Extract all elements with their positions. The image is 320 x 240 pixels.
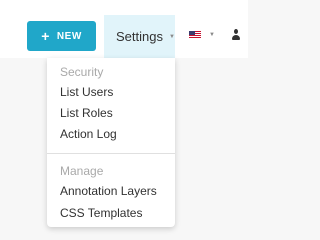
navbar: + NEW Settings ▼ ▼: [0, 0, 248, 58]
plus-icon: +: [41, 28, 50, 44]
menu-item-list-users[interactable]: List Users: [60, 85, 113, 99]
us-flag-icon: [189, 31, 201, 39]
user-icon[interactable]: [232, 29, 240, 41]
language-picker[interactable]: ▼: [189, 31, 215, 39]
user-icon-head: [234, 29, 238, 34]
menu-item-annotation-layers[interactable]: Annotation Layers: [60, 184, 157, 198]
menu-item-css-templates[interactable]: CSS Templates: [60, 206, 142, 220]
menu-item-action-log[interactable]: Action Log: [60, 127, 117, 141]
user-icon-body: [232, 35, 240, 40]
settings-label: Settings: [116, 29, 163, 44]
dropdown-divider: [47, 153, 175, 154]
dropdown-header-manage: Manage: [60, 164, 104, 178]
caret-down-icon: ▼: [209, 32, 215, 38]
new-button-label: NEW: [56, 30, 82, 42]
caret-down-icon: ▼: [168, 33, 175, 40]
new-button[interactable]: + NEW: [27, 21, 96, 51]
dropdown-header-security: Security: [60, 65, 104, 79]
settings-menu-toggle[interactable]: Settings ▼: [104, 15, 175, 58]
settings-dropdown: Security List Users List Roles Action Lo…: [47, 58, 175, 227]
menu-item-list-roles[interactable]: List Roles: [60, 106, 113, 120]
